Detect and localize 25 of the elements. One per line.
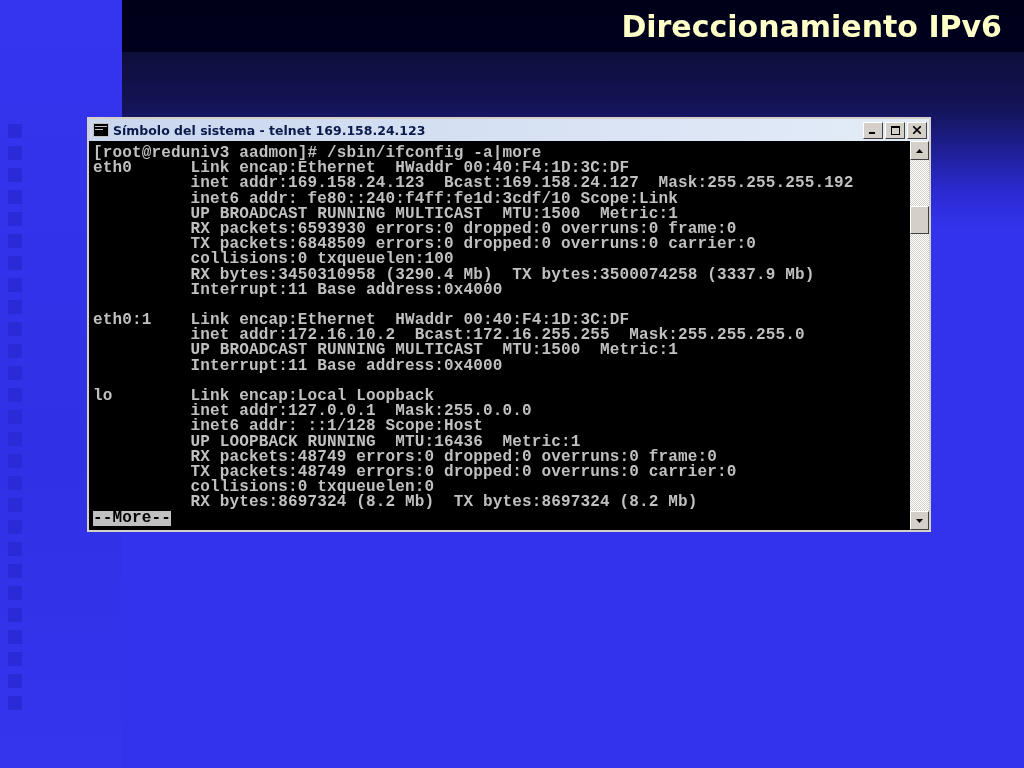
- output-line: Interrupt:11 Base address:0x4000: [189, 358, 503, 374]
- maximize-button[interactable]: [885, 121, 905, 139]
- scroll-up-button[interactable]: [910, 141, 929, 160]
- down-arrow-icon: [916, 518, 923, 523]
- output-line: inet6 addr: ::1/128 Scope:Host: [189, 419, 484, 435]
- maximize-icon: [890, 125, 900, 135]
- output-line: RX bytes:8697324 (8.2 Mb) TX bytes:8697324 (8.2 Mb): [189, 495, 698, 511]
- scrollbar-thumb[interactable]: [910, 206, 929, 234]
- up-arrow-icon: [916, 148, 923, 153]
- window-title: Símbolo del sistema - telnet 169.158.24.123: [113, 122, 426, 138]
- output-line: inet addr:169.158.24.123 Bcast:169.158.24.127 Mask:255.255.255.192: [189, 176, 854, 192]
- scroll-down-button[interactable]: [910, 511, 929, 530]
- close-button[interactable]: [907, 121, 927, 139]
- output-line: collisions:0 txqueuelen:100: [189, 252, 454, 268]
- output-line: UP LOOPBACK RUNNING MTU:16436 Metric:1: [189, 434, 581, 450]
- output-line: RX bytes:3450310958 (3290.4 Mb) TX bytes:3500074258 (3337.9 Mb): [189, 267, 815, 283]
- slide-title: Direccionamiento IPv6: [620, 7, 1003, 46]
- console-icon: [93, 123, 109, 137]
- output-line: inet6 addr: fe80::240:f4ff:fe1d:3cdf/10 Scope:Link: [189, 191, 679, 207]
- scrollbar[interactable]: [910, 141, 929, 530]
- more-prompt: --More--: [93, 510, 171, 526]
- close-icon: [913, 126, 921, 134]
- output-line: UP BROADCAST RUNNING MULTICAST MTU:1500 Metric:1: [189, 343, 679, 359]
- minimize-button[interactable]: [863, 121, 883, 139]
- output-line: Interrupt:11 Base address:0x4000: [189, 282, 503, 298]
